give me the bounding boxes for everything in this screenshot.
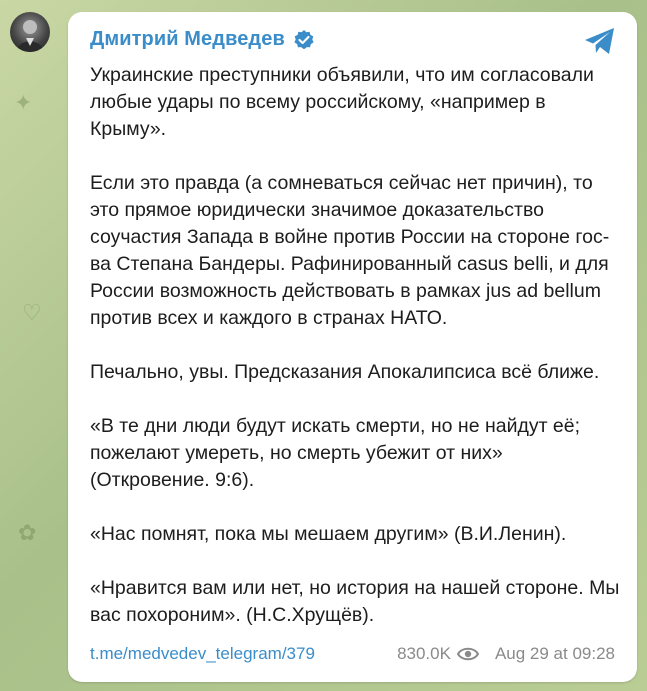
message-paragraph: Печально, увы. Предсказания Апокалипсиса…	[90, 361, 600, 383]
message-paragraph: «Нас помнят, пока мы мешаем другим» (В.И…	[90, 523, 567, 545]
background-doodle: ✦	[14, 90, 33, 115]
verified-check-icon	[293, 29, 315, 51]
post-link[interactable]: t.me/medvedev_telegram/379	[90, 644, 315, 664]
message-paragraph: «В те дни люди будут искать смерти, но н…	[90, 415, 581, 491]
background-doodle: ✿	[18, 520, 37, 545]
message-paragraph: «Нравится вам или нет, но история на наш…	[90, 577, 620, 626]
message-text: Украинские преступники объявили, что им …	[90, 62, 620, 656]
message-paragraph: Украинские преступники объявили, что им …	[90, 64, 594, 140]
message-paragraph: Если это правда (а сомневаться сейчас не…	[90, 172, 610, 329]
channel-name[interactable]: Дмитрий Медведев	[90, 28, 285, 51]
message-card: Дмитрий Медведев Украинские преступники …	[68, 12, 637, 682]
eye-icon	[456, 646, 480, 662]
telegram-plane-icon[interactable]	[583, 26, 617, 56]
message-header: Дмитрий Медведев	[90, 28, 315, 51]
post-meta: 830.0K Aug 29 at 09:28	[397, 644, 615, 664]
background-doodle: ♡	[22, 300, 42, 325]
view-count: 830.0K	[397, 644, 451, 663]
post-date: Aug 29 at 09:28	[494, 644, 615, 663]
message-footer: t.me/medvedev_telegram/379 830.0K Aug 29…	[90, 644, 615, 664]
avatar[interactable]	[10, 12, 50, 52]
